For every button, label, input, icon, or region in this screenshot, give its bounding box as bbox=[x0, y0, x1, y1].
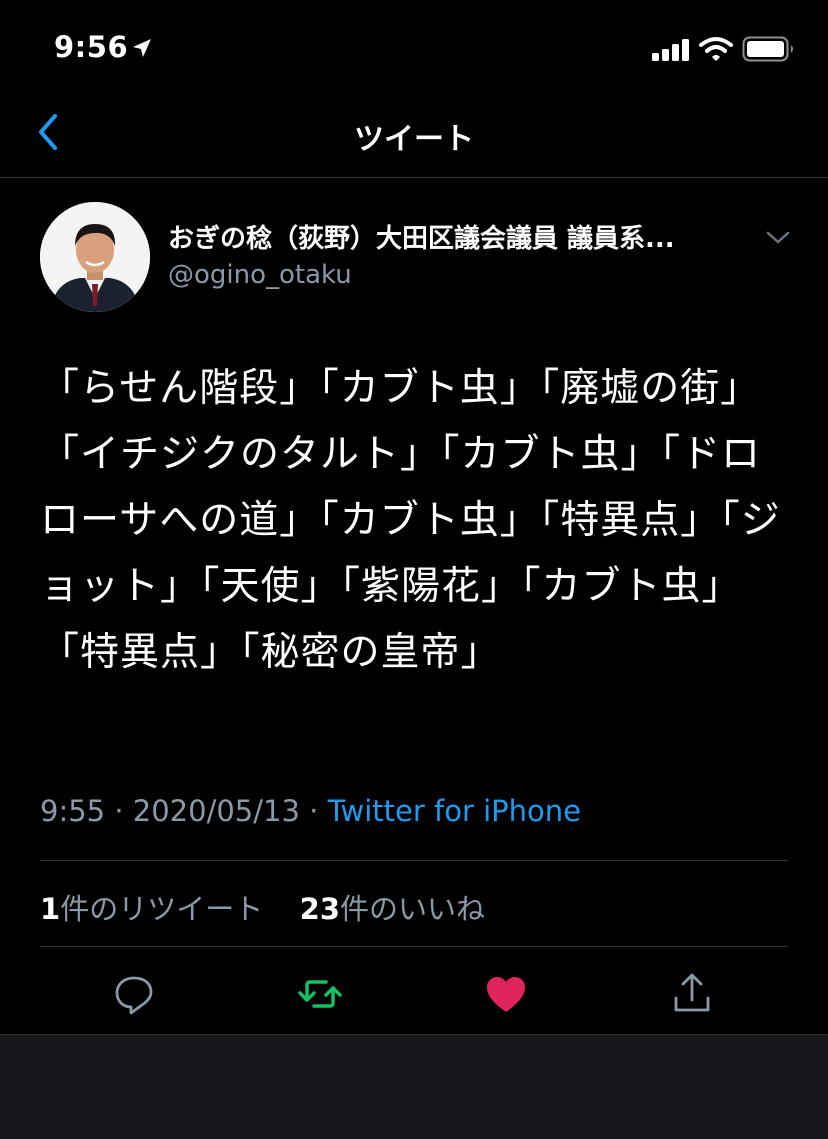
divider bbox=[40, 946, 788, 947]
like-count: 23 bbox=[299, 892, 340, 926]
retweet-stat[interactable]: 1件のリツイート bbox=[40, 892, 263, 926]
author-name[interactable]: おぎの稔（荻野）大田区議会議員 議員系... bbox=[168, 218, 675, 255]
tweet-stats: 1件のリツイート 23件のいいね bbox=[40, 886, 485, 928]
status-bar: 9:56 bbox=[0, 0, 828, 96]
meta-separator: · bbox=[114, 794, 124, 828]
divider bbox=[40, 860, 788, 861]
reply-icon[interactable] bbox=[110, 970, 158, 1018]
page-title: ツイート bbox=[354, 122, 474, 157]
avatar[interactable] bbox=[40, 202, 150, 312]
retweet-label: 件のリツイート bbox=[60, 892, 264, 926]
action-bar bbox=[0, 960, 828, 1032]
battery-icon bbox=[742, 36, 793, 62]
empty-reply-area bbox=[0, 1034, 828, 1139]
retweet-icon[interactable] bbox=[296, 970, 344, 1018]
like-stat[interactable]: 23件のいいね bbox=[300, 892, 485, 926]
tweet-text: 「らせん階段」「カブト虫」「廃墟の街」「イチジクのタルト」「カブト虫」「ドロロー… bbox=[40, 366, 781, 675]
tweet-time: 9:55 bbox=[40, 794, 106, 828]
retweet-count: 1 bbox=[40, 892, 61, 926]
meta-separator-2: · bbox=[309, 794, 319, 828]
heart-icon[interactable] bbox=[482, 970, 530, 1018]
like-label: 件のいいね bbox=[340, 892, 486, 926]
tweet-source-link[interactable]: Twitter for iPhone bbox=[328, 794, 581, 828]
signal-icon bbox=[652, 39, 689, 61]
status-time: 9:56 bbox=[54, 30, 129, 64]
chevron-down-icon[interactable] bbox=[762, 224, 794, 250]
tweet-date: 2020/05/13 bbox=[132, 794, 300, 828]
share-icon[interactable] bbox=[668, 970, 716, 1018]
wifi-icon bbox=[699, 37, 733, 61]
author-handle[interactable]: @ogino_otaku bbox=[168, 260, 352, 290]
location-arrow-icon bbox=[133, 39, 151, 57]
tweet-meta: 9:55 · 2020/05/13 · Twitter for iPhone bbox=[40, 794, 581, 828]
nav-bar: ツイート bbox=[0, 96, 828, 178]
